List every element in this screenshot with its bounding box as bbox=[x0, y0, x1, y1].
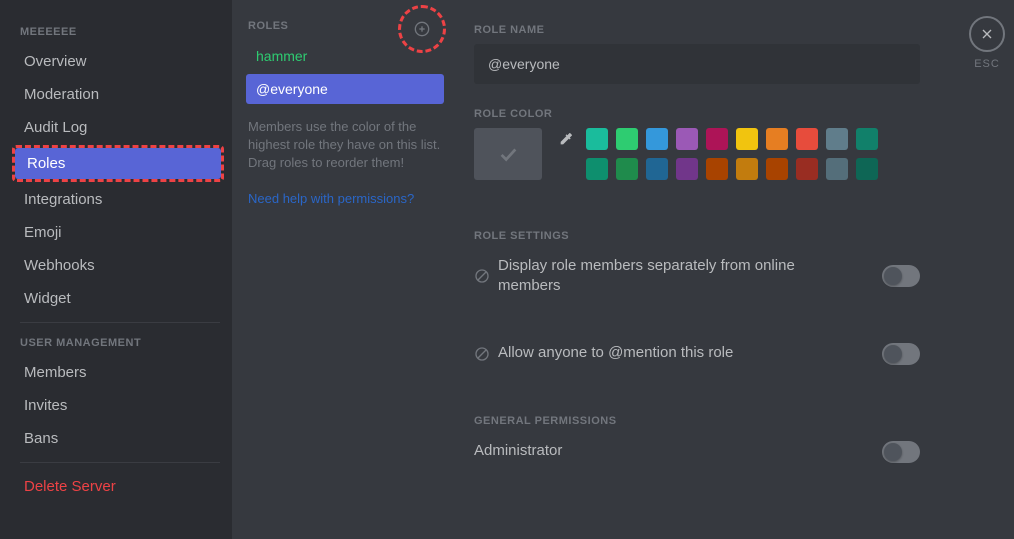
check-icon bbox=[497, 143, 519, 165]
toggle-display-separately[interactable] bbox=[882, 265, 920, 287]
color-swatch[interactable] bbox=[826, 128, 848, 150]
highlight-roles: Roles bbox=[12, 145, 224, 182]
roles-help-text: Members use the color of the highest rol… bbox=[248, 118, 442, 173]
color-swatch[interactable] bbox=[856, 158, 878, 180]
close-button[interactable] bbox=[969, 16, 1005, 52]
sidebar-item-invites[interactable]: Invites bbox=[12, 390, 224, 421]
color-swatch[interactable] bbox=[766, 158, 788, 180]
role-settings-label: ROLE SETTINGS bbox=[474, 230, 994, 242]
sidebar-item-widget[interactable]: Widget bbox=[12, 283, 224, 314]
color-swatch[interactable] bbox=[586, 128, 608, 150]
color-swatch[interactable] bbox=[796, 128, 818, 150]
toggle-allow-mention[interactable] bbox=[882, 343, 920, 365]
roles-list-column: ROLES hammer @everyone Members use the c… bbox=[232, 0, 454, 539]
role-name-label: ROLE NAME bbox=[474, 24, 994, 36]
setting-allow-mention: Allow anyone to @mention this role bbox=[474, 337, 920, 371]
role-edit-panel: ROLE NAME ROLE COLOR ROLE SETTINGS Displ… bbox=[454, 0, 1014, 539]
deny-icon bbox=[474, 346, 490, 362]
sidebar-item-webhooks[interactable]: Webhooks bbox=[12, 250, 224, 281]
color-swatch[interactable] bbox=[646, 128, 668, 150]
color-swatch[interactable] bbox=[826, 158, 848, 180]
perm-administrator-label: Administrator bbox=[474, 441, 562, 461]
delete-server-button[interactable]: Delete Server bbox=[12, 471, 224, 502]
esc-label: ESC bbox=[974, 58, 1000, 70]
color-swatch[interactable] bbox=[766, 128, 788, 150]
settings-sidebar: MEEEEEE Overview Moderation Audit Log Ro… bbox=[0, 0, 232, 539]
color-swatch[interactable] bbox=[736, 158, 758, 180]
sidebar-item-overview[interactable]: Overview bbox=[12, 46, 224, 77]
sidebar-item-moderation[interactable]: Moderation bbox=[12, 79, 224, 110]
permissions-help-link[interactable]: Need help with permissions? bbox=[248, 191, 442, 206]
color-swatch[interactable] bbox=[676, 158, 698, 180]
role-list-item-everyone[interactable]: @everyone bbox=[246, 74, 444, 104]
perm-administrator: Administrator bbox=[474, 435, 920, 469]
color-swatch-row-2 bbox=[554, 158, 878, 180]
eyedropper-button[interactable] bbox=[554, 131, 578, 147]
color-swatch[interactable] bbox=[736, 128, 758, 150]
add-role-button[interactable] bbox=[412, 19, 432, 39]
sidebar-category-server: MEEEEEE bbox=[8, 20, 232, 44]
color-swatch[interactable] bbox=[676, 128, 698, 150]
sidebar-item-members[interactable]: Members bbox=[12, 357, 224, 388]
highlight-add-role bbox=[398, 5, 446, 53]
sidebar-item-integrations[interactable]: Integrations bbox=[12, 184, 224, 215]
color-swatch[interactable] bbox=[586, 158, 608, 180]
sidebar-item-audit-log[interactable]: Audit Log bbox=[12, 112, 224, 143]
role-color-label: ROLE COLOR bbox=[474, 108, 994, 120]
setting-display-separately-label: Display role members separately from onl… bbox=[498, 256, 844, 297]
color-swatch[interactable] bbox=[706, 158, 728, 180]
color-swatch[interactable] bbox=[856, 128, 878, 150]
sidebar-item-bans[interactable]: Bans bbox=[12, 423, 224, 454]
sidebar-item-emoji[interactable]: Emoji bbox=[12, 217, 224, 248]
sidebar-divider-2 bbox=[20, 462, 220, 463]
default-color-swatch[interactable] bbox=[474, 128, 542, 180]
toggle-administrator[interactable] bbox=[882, 441, 920, 463]
deny-icon bbox=[474, 268, 490, 284]
sidebar-category-user-mgmt: USER MANAGEMENT bbox=[8, 331, 232, 355]
color-swatch[interactable] bbox=[646, 158, 668, 180]
eyedropper-icon bbox=[558, 131, 574, 147]
setting-allow-mention-label: Allow anyone to @mention this role bbox=[498, 343, 733, 363]
sidebar-item-roles[interactable]: Roles bbox=[15, 148, 221, 179]
color-swatch[interactable] bbox=[706, 128, 728, 150]
close-icon bbox=[979, 26, 995, 42]
sidebar-divider bbox=[20, 322, 220, 323]
color-swatch[interactable] bbox=[796, 158, 818, 180]
roles-header: ROLES bbox=[248, 20, 288, 32]
color-swatch-row-1 bbox=[554, 128, 878, 150]
general-permissions-label: GENERAL PERMISSIONS bbox=[474, 415, 994, 427]
color-swatch[interactable] bbox=[616, 158, 638, 180]
setting-display-separately: Display role members separately from onl… bbox=[474, 250, 920, 303]
color-swatch[interactable] bbox=[616, 128, 638, 150]
role-name-input[interactable] bbox=[474, 44, 920, 84]
